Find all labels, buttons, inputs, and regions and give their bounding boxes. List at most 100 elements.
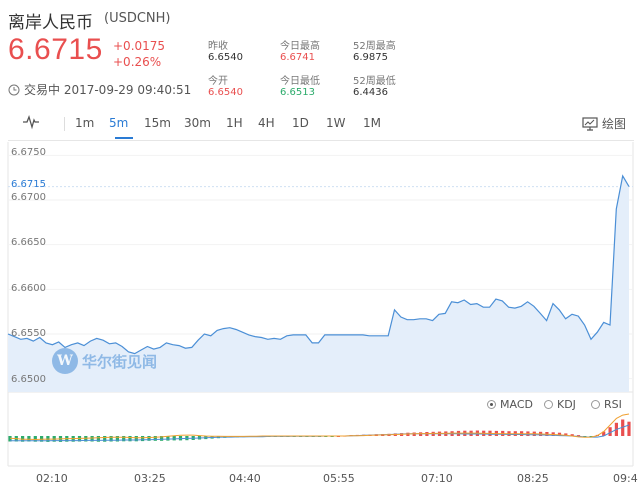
macd-bar [444, 431, 448, 436]
price-chart[interactable] [0, 0, 641, 489]
macd-bar [115, 436, 119, 442]
macd-bar [501, 430, 505, 436]
macd-bar [355, 434, 359, 436]
macd-bar [254, 436, 258, 437]
y-tick-label: 6.6650 [11, 237, 46, 248]
interval-1m[interactable]: 1m [75, 116, 94, 130]
interval-toolbar: 1m 5m 15m 30m 1H 4H 1D 1W 1M 绘图 [8, 108, 634, 141]
macd-bar [469, 430, 473, 436]
macd-bar [602, 431, 606, 436]
x-tick-label: 08:25 [517, 472, 549, 485]
stat-day-high: 今日最高 6.6741 [280, 37, 320, 63]
y-tick-label: 6.6750 [11, 147, 46, 158]
macd-bar [229, 436, 233, 438]
stat-label: 今开 [208, 76, 228, 87]
y-tick-label: 6.6600 [11, 283, 46, 294]
interval-1d[interactable]: 1D [292, 116, 309, 130]
draw-button[interactable]: 绘图 [582, 115, 626, 132]
macd-bar [400, 433, 404, 436]
toolbar-divider [64, 117, 65, 131]
macd-bar [368, 434, 372, 436]
macd-bar [242, 436, 246, 438]
macd-bar [46, 436, 50, 442]
timeline-icon[interactable] [22, 114, 40, 133]
status-text: 交易中 2017-09-29 09:40:51 [24, 83, 192, 97]
macd-bar [463, 430, 467, 436]
instrument-title: 离岸人民币 [8, 13, 93, 33]
macd-bar [539, 431, 543, 436]
macd-bar [595, 434, 599, 436]
interval-1mo[interactable]: 1M [363, 116, 381, 130]
interval-30m[interactable]: 30m [184, 116, 211, 130]
current-price-tick: 6.6715 [11, 179, 46, 190]
macd-bar [122, 436, 126, 442]
macd-bar [96, 436, 100, 442]
macd-bar [374, 434, 378, 436]
macd-bar [147, 436, 151, 441]
macd-dea-line [10, 424, 630, 442]
stat-label: 今日最高 [280, 41, 320, 52]
macd-bar [557, 432, 562, 436]
macd-bar [494, 430, 498, 436]
indicator-label: KDJ [557, 398, 576, 411]
macd-bar [456, 430, 461, 436]
macd-bar [65, 436, 69, 442]
macd-bar [513, 431, 517, 436]
macd-bar [482, 430, 486, 436]
stat-value: 6.4436 [353, 87, 388, 98]
macd-bar [545, 432, 549, 436]
indicator-macd[interactable]: MACD [487, 398, 533, 411]
interval-4h[interactable]: 4H [258, 116, 275, 130]
x-tick-label: 02:10 [36, 472, 68, 485]
macd-bar [27, 436, 31, 442]
macd-bar [507, 431, 511, 436]
indicator-label: RSI [604, 398, 622, 411]
stat-value: 6.6513 [280, 87, 315, 98]
radio-icon [591, 400, 600, 409]
change-value: +0.0175 [113, 39, 166, 53]
macd-bar [248, 436, 252, 437]
indicator-rsi[interactable]: RSI [591, 398, 622, 411]
macd-bar [128, 436, 132, 442]
indicator-label: MACD [500, 398, 533, 411]
macd-bar [330, 436, 334, 437]
macd-bar [311, 436, 315, 437]
radio-selected-icon [487, 400, 496, 409]
macd-dif-line [9, 413, 630, 441]
macd-bar [349, 435, 353, 437]
stat-label: 52周最高 [353, 41, 396, 52]
macd-bar [286, 436, 290, 437]
macd-bar [526, 431, 530, 436]
interval-1w[interactable]: 1W [326, 116, 346, 130]
clock-icon [8, 84, 20, 95]
macd-bar [608, 427, 612, 436]
macd-bar [153, 436, 157, 441]
instrument-code: (USDCNH) [104, 11, 171, 26]
macd-bar [564, 433, 568, 436]
macd-bar [197, 436, 202, 440]
macd-bar [419, 432, 423, 436]
macd-bar [381, 434, 385, 436]
macd-bar [40, 436, 44, 442]
macd-bar [33, 436, 37, 442]
indicator-kdj[interactable]: KDJ [544, 398, 576, 411]
macd-bar [52, 436, 56, 442]
macd-bar [387, 433, 391, 436]
macd-bar [273, 436, 277, 437]
x-tick-label: 05:55 [323, 472, 355, 485]
stat-label: 今日最低 [280, 76, 320, 87]
macd-bar [520, 431, 524, 436]
macd-bar [185, 436, 189, 441]
interval-5m[interactable]: 5m [109, 116, 128, 130]
macd-bar [109, 436, 113, 442]
trading-status: 交易中 2017-09-29 09:40:51 [8, 81, 191, 98]
macd-bar [267, 436, 271, 437]
macd-bar [532, 431, 536, 436]
x-tick-label: 09:4 [613, 472, 638, 485]
interval-15m[interactable]: 15m [144, 116, 171, 130]
price-change: +0.0175 +0.26% [113, 38, 165, 70]
current-price: 6.6715 [8, 33, 103, 66]
interval-1h[interactable]: 1H [226, 116, 243, 130]
stat-label: 52周最低 [353, 76, 396, 87]
watermark-text: 华尔街见闻 [82, 352, 158, 371]
